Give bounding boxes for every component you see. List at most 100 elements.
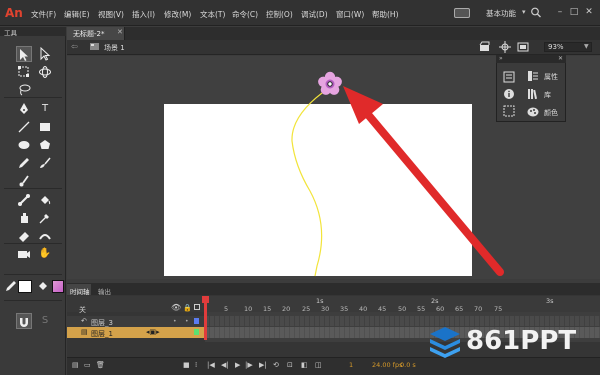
stroke-color-swatch[interactable] xyxy=(18,280,32,293)
scene-label[interactable]: 场景 1 xyxy=(104,43,125,53)
last-frame-icon[interactable]: ▶| xyxy=(259,361,267,369)
rectangle-tool-icon[interactable] xyxy=(37,119,53,135)
eyedropper-tool-icon[interactable] xyxy=(37,210,53,226)
3d-rotation-tool-icon[interactable] xyxy=(37,64,53,80)
snap-magnet-icon[interactable] xyxy=(16,313,32,329)
eye-icon[interactable]: 👁 xyxy=(171,303,181,312)
properties-panel-icon[interactable] xyxy=(527,70,539,82)
maximize-icon[interactable]: □ xyxy=(569,7,579,17)
properties-label[interactable]: 属性 xyxy=(544,72,558,82)
new-layer-icon[interactable]: ▤ xyxy=(72,361,79,369)
paint-brush-tool-icon[interactable] xyxy=(16,173,32,189)
chevron-down-icon[interactable]: ▼ xyxy=(584,43,589,50)
library-label[interactable]: 库 xyxy=(544,90,551,100)
minimize-icon[interactable]: – xyxy=(555,7,565,17)
search-icon[interactable] xyxy=(530,7,542,18)
first-frame-icon[interactable]: |◀ xyxy=(207,361,215,369)
outline-icon[interactable] xyxy=(194,304,200,310)
close-panel-icon[interactable]: ✕ xyxy=(558,55,563,62)
menu-file[interactable]: 文件(F) xyxy=(31,9,56,20)
width-tool-icon[interactable] xyxy=(37,228,53,244)
new-folder-icon[interactable]: ▭ xyxy=(84,361,91,369)
bone-tool-icon[interactable] xyxy=(16,192,32,208)
layer-icon: ▤ xyxy=(81,328,88,336)
edit-bar-icons[interactable] xyxy=(478,41,538,53)
fill-color-swatch[interactable] xyxy=(52,280,64,293)
frames-row-layer-3[interactable] xyxy=(205,316,600,326)
line-tool-icon[interactable] xyxy=(16,119,32,135)
ink-bottle-tool-icon[interactable] xyxy=(16,210,32,226)
lasso-tool-icon[interactable] xyxy=(16,82,32,98)
camera-toggle-icon[interactable]: ■ xyxy=(183,361,190,369)
parent-view-icon[interactable]: ⁞ xyxy=(195,361,197,369)
tab-output[interactable]: 输出 xyxy=(98,286,111,296)
guided-layer-icon: ↶ xyxy=(81,317,87,325)
tools-panel xyxy=(0,27,66,375)
hand-tool-icon[interactable]: ✋ xyxy=(37,246,53,262)
properties-panel-header[interactable] xyxy=(496,55,566,63)
menu-debug[interactable]: 调试(D) xyxy=(301,9,328,20)
tab-timeline-label: 时间轴 xyxy=(70,288,90,296)
play-icon[interactable]: ▶ xyxy=(235,361,240,369)
align-grid-icon[interactable] xyxy=(503,105,515,117)
ruler-second-label: 1s xyxy=(316,297,324,305)
color-label[interactable]: 颜色 xyxy=(544,108,558,118)
delete-layer-icon[interactable]: 🗑 xyxy=(96,361,105,369)
center-frame-icon[interactable]: ⊡ xyxy=(287,361,293,369)
properties-icon[interactable] xyxy=(503,71,515,83)
lock-icon[interactable]: 🔒 xyxy=(183,304,192,312)
layer-name-1[interactable]: 图层_1 xyxy=(91,329,113,339)
menu-view[interactable]: 视图(V) xyxy=(98,9,124,20)
chevron-down-icon[interactable]: ▾ xyxy=(522,8,526,16)
free-transform-tool-icon[interactable] xyxy=(16,64,32,80)
menu-edit[interactable]: 编辑(E) xyxy=(64,9,90,20)
close-icon[interactable]: ✕ xyxy=(584,7,594,17)
pen-tool-icon[interactable] xyxy=(16,101,32,117)
playhead[interactable] xyxy=(204,296,207,340)
collapse-icon[interactable]: » xyxy=(499,55,503,62)
menu-help[interactable]: 帮助(H) xyxy=(372,9,399,20)
loop-icon[interactable]: ⟲ xyxy=(273,361,279,369)
edit-multiple-frames-icon[interactable]: ◫ xyxy=(315,361,322,369)
selection-tool-icon[interactable] xyxy=(16,46,32,62)
close-tab-icon[interactable]: ✕ xyxy=(117,28,123,36)
layer-visible-dot[interactable]: • xyxy=(173,318,177,325)
polystar-tool-icon[interactable] xyxy=(37,137,53,153)
info-icon[interactable] xyxy=(503,88,515,100)
current-frame-value[interactable]: 1 xyxy=(349,361,353,369)
previous-frame-icon[interactable]: ◀| xyxy=(221,361,229,369)
menu-control[interactable]: 控制(O) xyxy=(266,9,293,20)
brush-tool-icon[interactable] xyxy=(37,155,53,171)
eraser-tool-icon[interactable] xyxy=(16,228,32,244)
layer-action-icons[interactable]: ◂▣▸ xyxy=(146,328,160,336)
paint-bucket-tool-icon[interactable] xyxy=(37,192,53,208)
pencil-tool-icon[interactable] xyxy=(16,155,32,171)
subselection-tool-icon[interactable] xyxy=(37,46,53,62)
menu-text[interactable]: 文本(T) xyxy=(200,9,225,20)
menu-commands[interactable]: 命令(C) xyxy=(232,9,258,20)
onion-skin-icon[interactable]: ◧ xyxy=(301,361,308,369)
menu-window[interactable]: 窗口(W) xyxy=(336,9,364,20)
elapsed-time-value[interactable]: 0.0 s xyxy=(400,361,416,369)
workspace-toggle-icon[interactable] xyxy=(454,8,470,18)
back-arrow-icon[interactable]: ⇦ xyxy=(71,42,78,51)
layer-color-swatch[interactable] xyxy=(194,318,199,324)
next-frame-icon[interactable]: |▶ xyxy=(245,361,253,369)
layer-lock-dot[interactable]: • xyxy=(185,318,189,325)
camera-tool-icon[interactable] xyxy=(16,246,32,262)
menu-modify[interactable]: 修改(M) xyxy=(164,9,191,20)
menu-insert[interactable]: 插入(I) xyxy=(132,9,155,20)
layer-color-swatch[interactable] xyxy=(194,329,199,335)
workspace-selector[interactable]: 基本功能 xyxy=(486,8,516,19)
layer-row-1-selected[interactable] xyxy=(67,327,205,338)
timeline-controls-bar xyxy=(67,357,600,375)
color-palette-icon[interactable] xyxy=(527,106,539,118)
library-icon[interactable] xyxy=(527,88,539,100)
fps-value[interactable]: 24.00 fps xyxy=(372,361,402,369)
oval-tool-icon[interactable] xyxy=(16,137,32,153)
tools-divider xyxy=(4,188,62,189)
flower-symbol xyxy=(318,71,342,95)
text-tool-icon[interactable]: T xyxy=(37,101,53,117)
center-stage-icon xyxy=(499,41,511,53)
smooth-icon[interactable]: S xyxy=(37,313,53,329)
